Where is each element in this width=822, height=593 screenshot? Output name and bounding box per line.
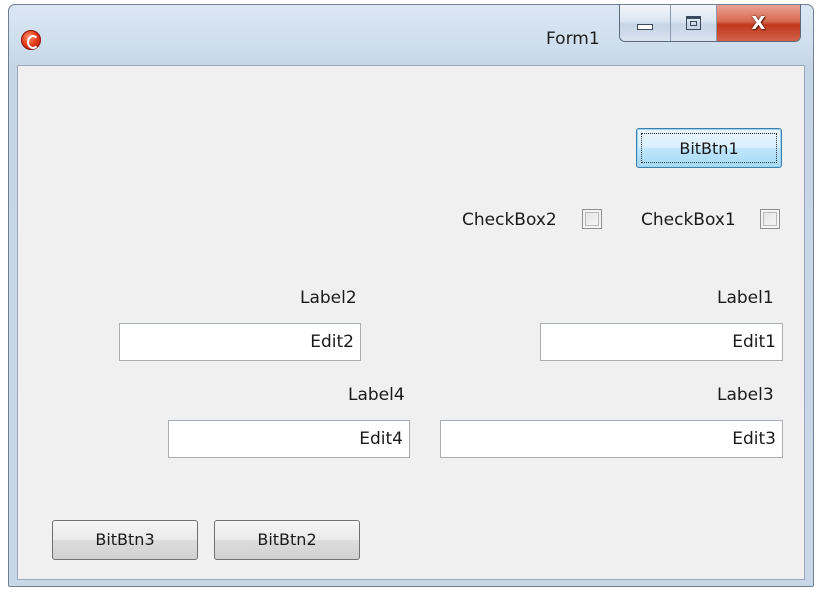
title-bar[interactable]: Form1 X: [9, 5, 813, 65]
edit1-input[interactable]: [540, 323, 783, 361]
caption-buttons: X: [619, 5, 801, 42]
checkbox2-label[interactable]: CheckBox2: [462, 210, 557, 230]
maximize-icon: [686, 16, 702, 30]
checkbox1-label[interactable]: CheckBox1: [641, 210, 736, 230]
form1-window: Form1 X BitBtn1 CheckBox2 CheckBox1 Labe…: [8, 4, 814, 587]
bitbtn1-button[interactable]: BitBtn1: [636, 128, 782, 168]
app-icon[interactable]: [21, 30, 41, 50]
minimize-button[interactable]: [620, 5, 672, 41]
minimize-icon: [637, 24, 654, 30]
label1: Label1: [717, 288, 774, 308]
maximize-button[interactable]: [671, 5, 717, 41]
window-title: Form1: [546, 29, 600, 49]
edit2-input[interactable]: [119, 323, 361, 361]
label4: Label4: [348, 385, 405, 405]
bitbtn2-button[interactable]: BitBtn2: [214, 520, 360, 560]
checkbox2[interactable]: [582, 209, 602, 229]
edit4-input[interactable]: [168, 420, 410, 458]
label3: Label3: [717, 385, 774, 405]
edit3-input[interactable]: [440, 420, 783, 458]
close-button[interactable]: X: [716, 5, 800, 41]
label2: Label2: [300, 288, 357, 308]
bitbtn3-button[interactable]: BitBtn3: [52, 520, 198, 560]
checkbox1[interactable]: [760, 209, 780, 229]
close-icon: X: [751, 12, 766, 34]
form-client-area: BitBtn1 CheckBox2 CheckBox1 Label2 Label…: [17, 65, 805, 580]
bitbtn1-label: BitBtn1: [641, 133, 777, 163]
